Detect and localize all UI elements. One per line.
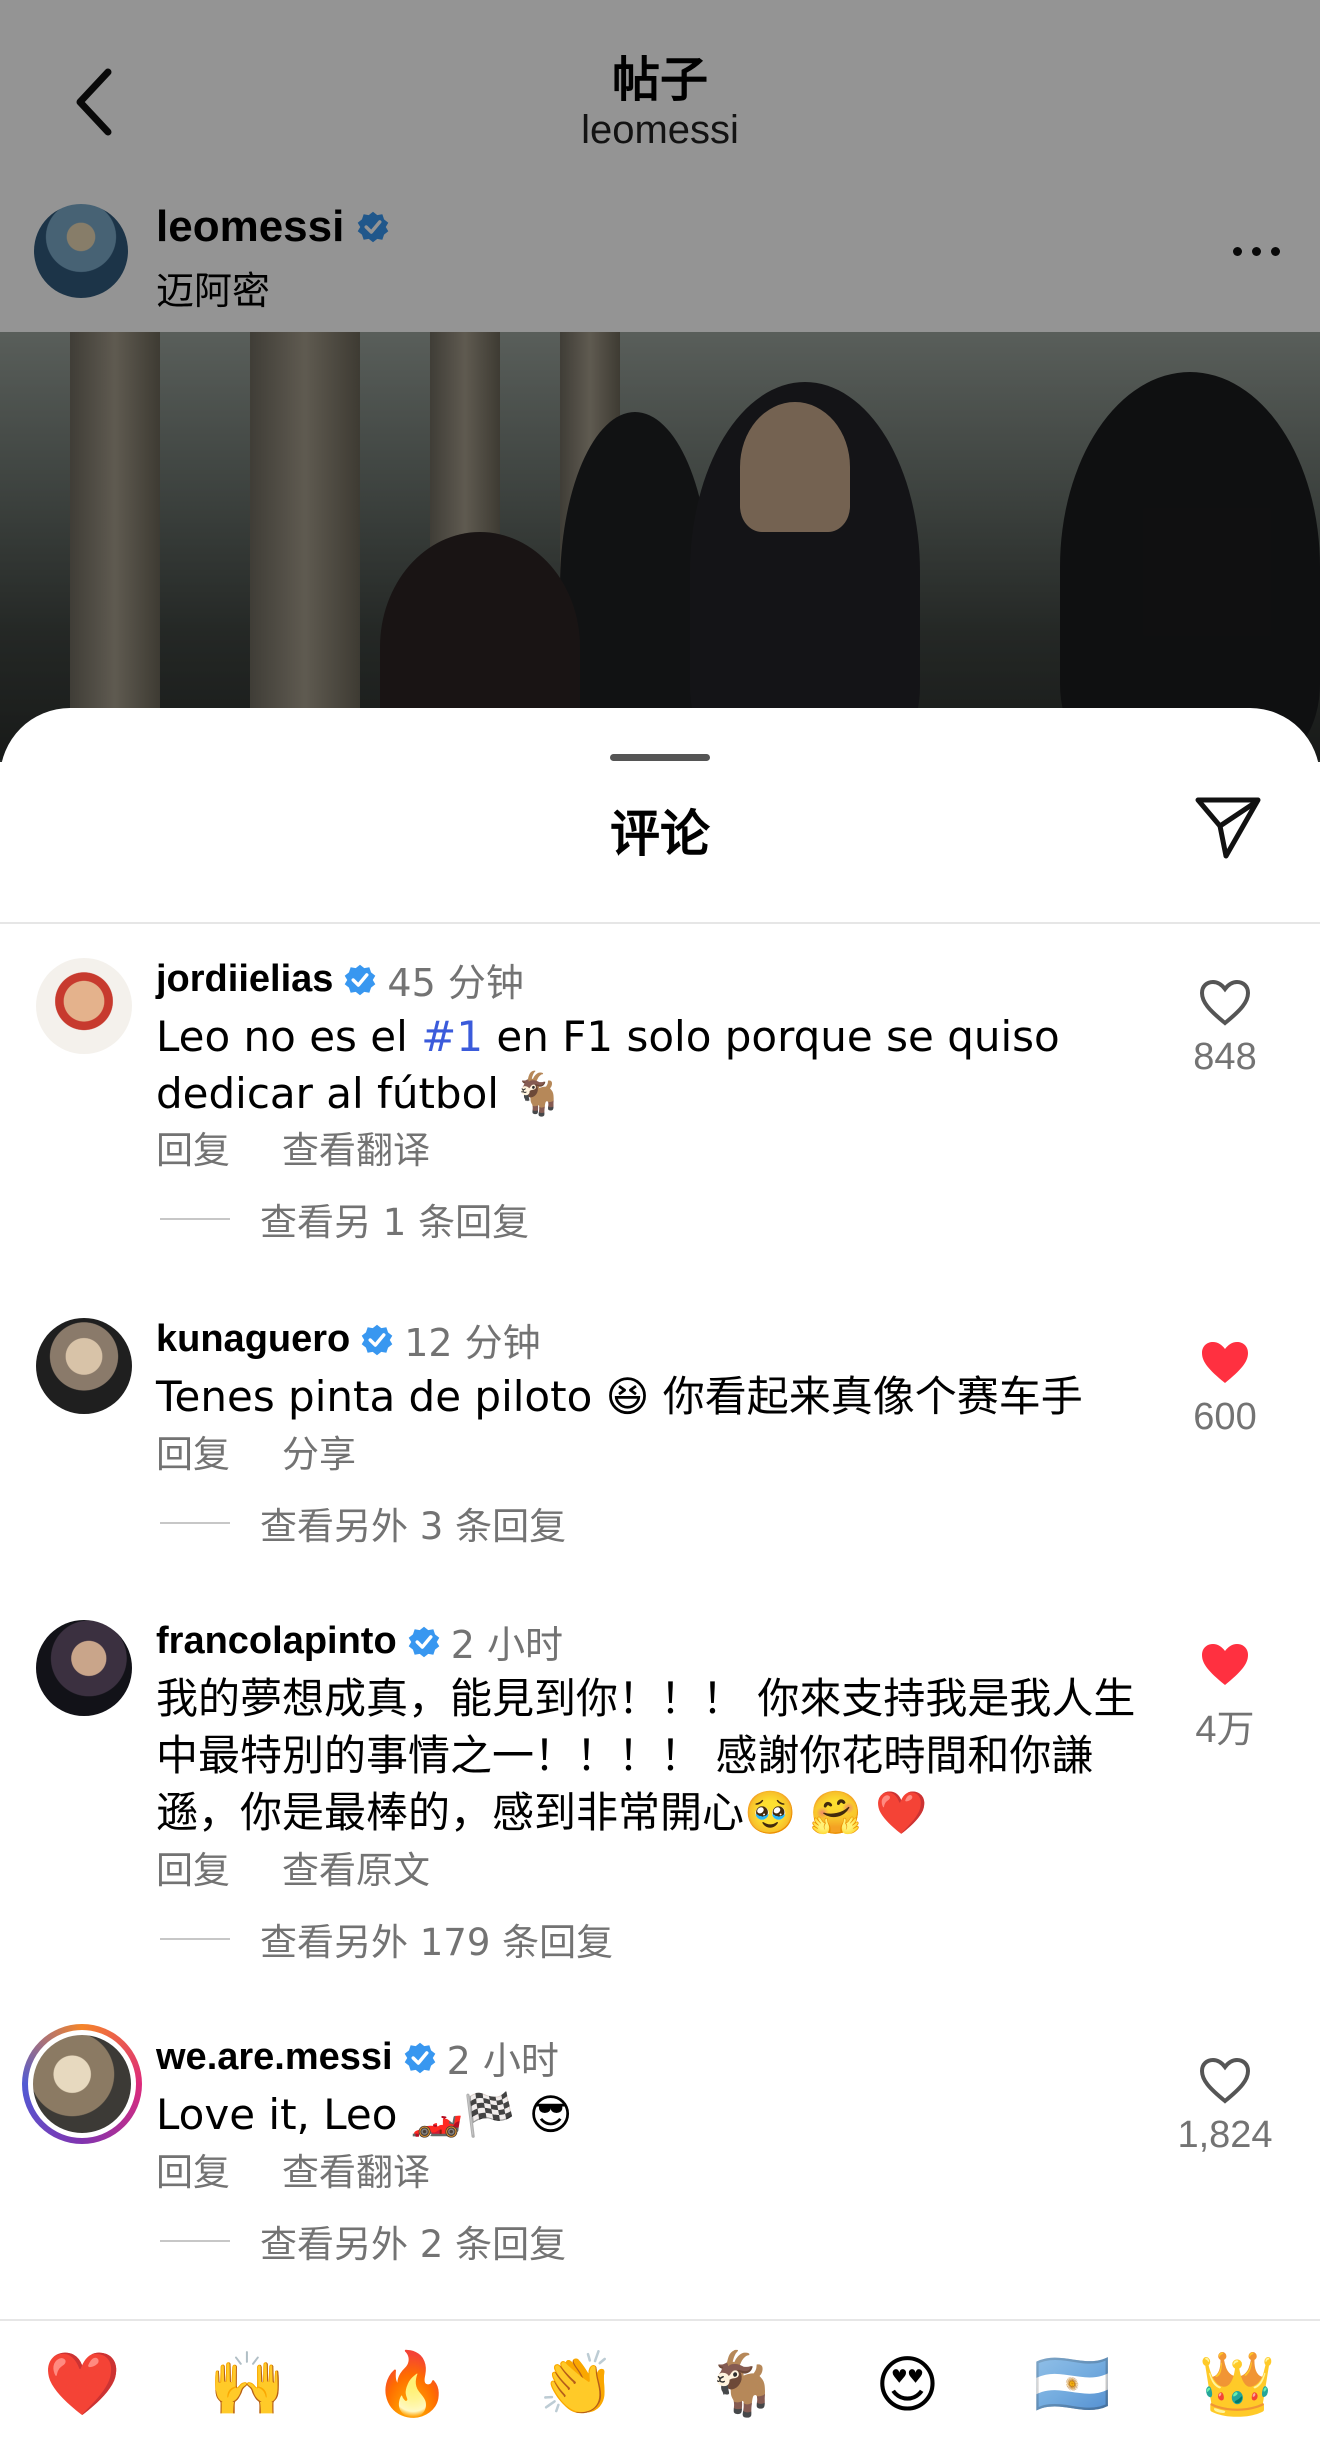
reply-button[interactable]: 回复: [156, 1120, 230, 1174]
emoji-crown-button[interactable]: 👑: [1188, 2347, 1288, 2421]
comment-text: 我的夢想成真，能見到你！！！ 你來支持我是我人生中最特別的事情之一！！！！ 感謝…: [156, 1674, 1136, 1837]
comment-header: we.are.messi 2 小时: [156, 2030, 559, 2085]
comment-text: Leo no es el #1 en F1 solo porque se qui…: [156, 1008, 1166, 1122]
heart-outline-icon: [1199, 980, 1251, 1026]
emoji-reaction-bar: ❤️ 🙌 🔥 👏 🐐 😍 🇦🇷 👑: [0, 2319, 1320, 2447]
view-replies-button[interactable]: 查看另外 2 条回复: [160, 2214, 566, 2268]
replies-line: [160, 2240, 230, 2242]
comment-text: Tenes pinta de piloto 😆 你看起来真像个赛车手: [156, 1372, 1083, 1421]
view-replies-label: 查看另 1 条回复: [260, 1201, 530, 1244]
replies-line: [160, 1218, 230, 1220]
reply-button[interactable]: 回复: [156, 2142, 230, 2196]
view-replies-button[interactable]: 查看另外 179 条回复: [160, 1912, 613, 1966]
comment-avatar-story-ring[interactable]: [22, 2024, 142, 2144]
replies-line: [160, 1522, 230, 1524]
hashtag-link[interactable]: #1: [421, 1012, 483, 1061]
comment-username[interactable]: jordiielias: [156, 958, 333, 1001]
verified-badge-icon: [345, 964, 376, 995]
emoji-clap-button[interactable]: 👏: [528, 2347, 628, 2421]
see-translation-button[interactable]: 查看翻译: [282, 1120, 430, 1174]
comment-actions: 回复 查看翻译: [156, 1120, 430, 1174]
see-original-button[interactable]: 查看原文: [282, 1840, 430, 1894]
comment-text: Love it, Leo 🏎️🏁 😎: [156, 2090, 573, 2139]
verified-badge-icon: [404, 2042, 435, 2073]
replies-line: [160, 1938, 230, 1940]
background-dim-overlay[interactable]: [0, 0, 1320, 760]
like-count: 1,824: [1177, 2114, 1273, 2156]
like-count: 600: [1193, 1396, 1257, 1438]
share-comment-button[interactable]: 分享: [282, 1424, 356, 1478]
view-replies-label: 查看另外 2 条回复: [260, 2223, 567, 2266]
like-count: 4万: [1195, 1709, 1255, 1751]
view-replies-label: 查看另外 179 条回复: [260, 1921, 614, 1964]
like-button[interactable]: 1,824: [1160, 2058, 1290, 2157]
share-button[interactable]: [1192, 790, 1264, 862]
emoji-fire-button[interactable]: 🔥: [363, 2347, 463, 2421]
like-button[interactable]: 600: [1160, 1340, 1290, 1439]
comment-avatar[interactable]: [36, 1620, 132, 1716]
comment-time: 2 小时: [450, 1623, 563, 1667]
comment-text-part: Leo no es el: [156, 1012, 422, 1061]
like-button[interactable]: 4万: [1160, 1642, 1290, 1753]
comment-username[interactable]: kunaguero: [156, 1318, 350, 1361]
divider: [0, 922, 1320, 924]
comment-actions: 回复 分享: [156, 1424, 356, 1478]
see-translation-button[interactable]: 查看翻译: [282, 2142, 430, 2196]
heart-outline-icon: [1199, 2058, 1251, 2104]
view-replies-button[interactable]: 查看另外 3 条回复: [160, 1496, 566, 1550]
comment-time: 45 分钟: [387, 961, 524, 1005]
emoji-heart-button[interactable]: ❤️: [33, 2347, 133, 2421]
comment-actions: 回复 查看原文: [156, 1840, 430, 1894]
verified-badge-icon: [408, 1626, 439, 1657]
emoji-raised-hands-button[interactable]: 🙌: [198, 2347, 298, 2421]
verified-badge-icon: [361, 1324, 393, 1355]
comment-avatar: [28, 2030, 136, 2138]
comment-header: kunaguero 12 分钟: [156, 1312, 541, 1367]
comment-time: 2 小时: [446, 2039, 559, 2083]
heart-filled-icon: [1202, 1342, 1248, 1383]
heart-filled-icon: [1202, 1644, 1248, 1685]
comment-username[interactable]: francolapinto: [156, 1620, 397, 1663]
comment-header: jordiielias 45 分钟: [156, 952, 524, 1007]
comment-header: francolapinto 2 小时: [156, 1614, 563, 1669]
comment-time: 12 分钟: [404, 1321, 541, 1365]
like-button[interactable]: 848: [1160, 980, 1290, 1079]
reply-button[interactable]: 回复: [156, 1424, 230, 1478]
emoji-goat-button[interactable]: 🐐: [693, 2347, 793, 2421]
paper-plane-icon: [1195, 797, 1261, 859]
comment-actions: 回复 查看翻译: [156, 2142, 430, 2196]
sheet-grabber[interactable]: [610, 754, 710, 761]
like-count: 848: [1193, 1036, 1257, 1078]
view-replies-button[interactable]: 查看另 1 条回复: [160, 1192, 529, 1246]
comment-avatar[interactable]: [36, 958, 132, 1054]
comment-username[interactable]: we.are.messi: [156, 2036, 393, 2079]
view-replies-label: 查看另外 3 条回复: [260, 1505, 567, 1548]
sheet-title: 评论: [610, 805, 710, 863]
comment-avatar[interactable]: [36, 1318, 132, 1414]
reply-button[interactable]: 回复: [156, 1840, 230, 1894]
emoji-heart-eyes-button[interactable]: 😍: [858, 2348, 958, 2421]
comments-sheet: 评论 jordiielias 45 分钟 Leo no es el #1 en …: [0, 708, 1320, 2447]
emoji-argentina-flag-button[interactable]: 🇦🇷: [1023, 2347, 1123, 2421]
